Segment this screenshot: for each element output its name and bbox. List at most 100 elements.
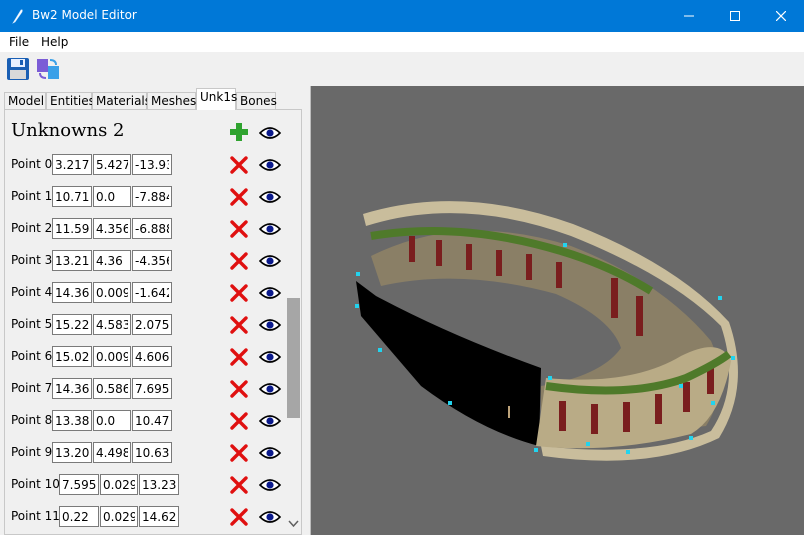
floppy-disk-icon[interactable]: [6, 57, 30, 81]
tab-meshes[interactable]: Meshes: [147, 92, 196, 110]
point-z-field[interactable]: [132, 442, 172, 463]
point-x-field[interactable]: [52, 410, 92, 431]
visibility-eye-icon[interactable]: [259, 382, 281, 396]
tab-bones[interactable]: Bones: [236, 92, 277, 110]
point-z-field[interactable]: [139, 506, 179, 527]
point-x-field[interactable]: [52, 378, 92, 399]
point-x-field[interactable]: [52, 186, 92, 207]
title-bar: Bw2 Model Editor: [0, 0, 804, 32]
point-label: Point 11: [11, 509, 60, 523]
menu-file[interactable]: File: [9, 35, 29, 49]
delete-x-icon[interactable]: [230, 444, 248, 462]
swap-files-icon[interactable]: [36, 57, 60, 81]
delete-x-icon[interactable]: [230, 476, 248, 494]
visibility-eye-icon[interactable]: [259, 190, 281, 204]
point-z-field[interactable]: [132, 346, 172, 367]
point-row: Point 1: [5, 186, 285, 208]
point-x-field[interactable]: [52, 442, 92, 463]
point-x-field[interactable]: [59, 506, 99, 527]
point-label: Point 8: [11, 413, 53, 427]
point-y-field[interactable]: [93, 154, 131, 175]
scroll-thumb[interactable]: [287, 298, 300, 418]
model-viewport[interactable]: [310, 86, 804, 535]
point-x-field[interactable]: [52, 346, 92, 367]
delete-x-icon[interactable]: [230, 284, 248, 302]
point-row: Point 0: [5, 154, 285, 176]
point-y-field[interactable]: [93, 282, 131, 303]
point-row: Point 11: [5, 506, 285, 528]
visibility-eye-icon[interactable]: [259, 222, 281, 236]
point-row: Point 10: [5, 474, 285, 496]
maximize-button[interactable]: [712, 0, 758, 32]
minimize-button[interactable]: [666, 0, 712, 32]
point-y-field[interactable]: [93, 378, 131, 399]
point-row: Point 8: [5, 410, 285, 432]
point-z-field[interactable]: [132, 186, 172, 207]
visibility-eye-icon[interactable]: [259, 126, 281, 140]
point-x-field[interactable]: [52, 282, 92, 303]
point-x-field[interactable]: [52, 218, 92, 239]
toolbar: [0, 52, 804, 86]
point-label: Point 10: [11, 477, 60, 491]
point-label: Point 7: [11, 381, 53, 395]
point-label: Point 1: [11, 189, 53, 203]
point-x-field[interactable]: [59, 474, 99, 495]
delete-x-icon[interactable]: [230, 156, 248, 174]
close-button[interactable]: [758, 0, 804, 32]
point-y-field[interactable]: [100, 474, 138, 495]
delete-x-icon[interactable]: [230, 380, 248, 398]
visibility-eye-icon[interactable]: [259, 254, 281, 268]
visibility-eye-icon[interactable]: [259, 286, 281, 300]
visibility-eye-icon[interactable]: [259, 318, 281, 332]
tab-unk1s[interactable]: Unk1s: [196, 88, 237, 110]
point-z-field[interactable]: [139, 474, 179, 495]
point-label: Point 5: [11, 317, 53, 331]
point-y-field[interactable]: [93, 442, 131, 463]
point-z-field[interactable]: [132, 154, 172, 175]
point-y-field[interactable]: [100, 506, 138, 527]
visibility-eye-icon[interactable]: [259, 350, 281, 364]
point-y-field[interactable]: [93, 346, 131, 367]
delete-x-icon[interactable]: [230, 220, 248, 238]
point-label: Point 2: [11, 221, 53, 235]
delete-x-icon[interactable]: [230, 412, 248, 430]
delete-x-icon[interactable]: [230, 188, 248, 206]
visibility-eye-icon[interactable]: [259, 510, 281, 524]
point-z-field[interactable]: [132, 218, 172, 239]
point-x-field[interactable]: [52, 314, 92, 335]
point-y-field[interactable]: [93, 250, 131, 271]
vertical-scrollbar[interactable]: [285, 110, 301, 534]
point-y-field[interactable]: [93, 186, 131, 207]
tab-model[interactable]: Model: [4, 92, 46, 110]
visibility-eye-icon[interactable]: [259, 158, 281, 172]
point-y-field[interactable]: [93, 410, 131, 431]
visibility-eye-icon[interactable]: [259, 478, 281, 492]
point-row: Point 6: [5, 346, 285, 368]
visibility-eye-icon[interactable]: [259, 414, 281, 428]
point-x-field[interactable]: [52, 154, 92, 175]
point-x-field[interactable]: [52, 250, 92, 271]
point-z-field[interactable]: [132, 378, 172, 399]
menu-help[interactable]: Help: [41, 35, 68, 49]
point-z-field[interactable]: [132, 410, 172, 431]
tab-entities[interactable]: Entities: [46, 92, 95, 110]
point-y-field[interactable]: [93, 314, 131, 335]
tab-materials[interactable]: Materials: [92, 92, 151, 110]
delete-x-icon[interactable]: [230, 252, 248, 270]
point-z-field[interactable]: [132, 314, 172, 335]
point-row: Point 7: [5, 378, 285, 400]
minimize-icon: [684, 15, 694, 17]
feather-app-icon: [12, 9, 23, 24]
delete-x-icon[interactable]: [230, 348, 248, 366]
point-z-field[interactable]: [132, 282, 172, 303]
point-y-field[interactable]: [93, 218, 131, 239]
point-z-field[interactable]: [132, 250, 172, 271]
delete-x-icon[interactable]: [230, 316, 248, 334]
point-row: Point 3: [5, 250, 285, 272]
delete-x-icon[interactable]: [230, 508, 248, 526]
add-point-icon[interactable]: [229, 122, 249, 142]
point-row: Point 4: [5, 282, 285, 304]
visibility-eye-icon[interactable]: [259, 446, 281, 460]
point-row: Point 2: [5, 218, 285, 240]
chevron-down-icon[interactable]: [288, 518, 299, 529]
